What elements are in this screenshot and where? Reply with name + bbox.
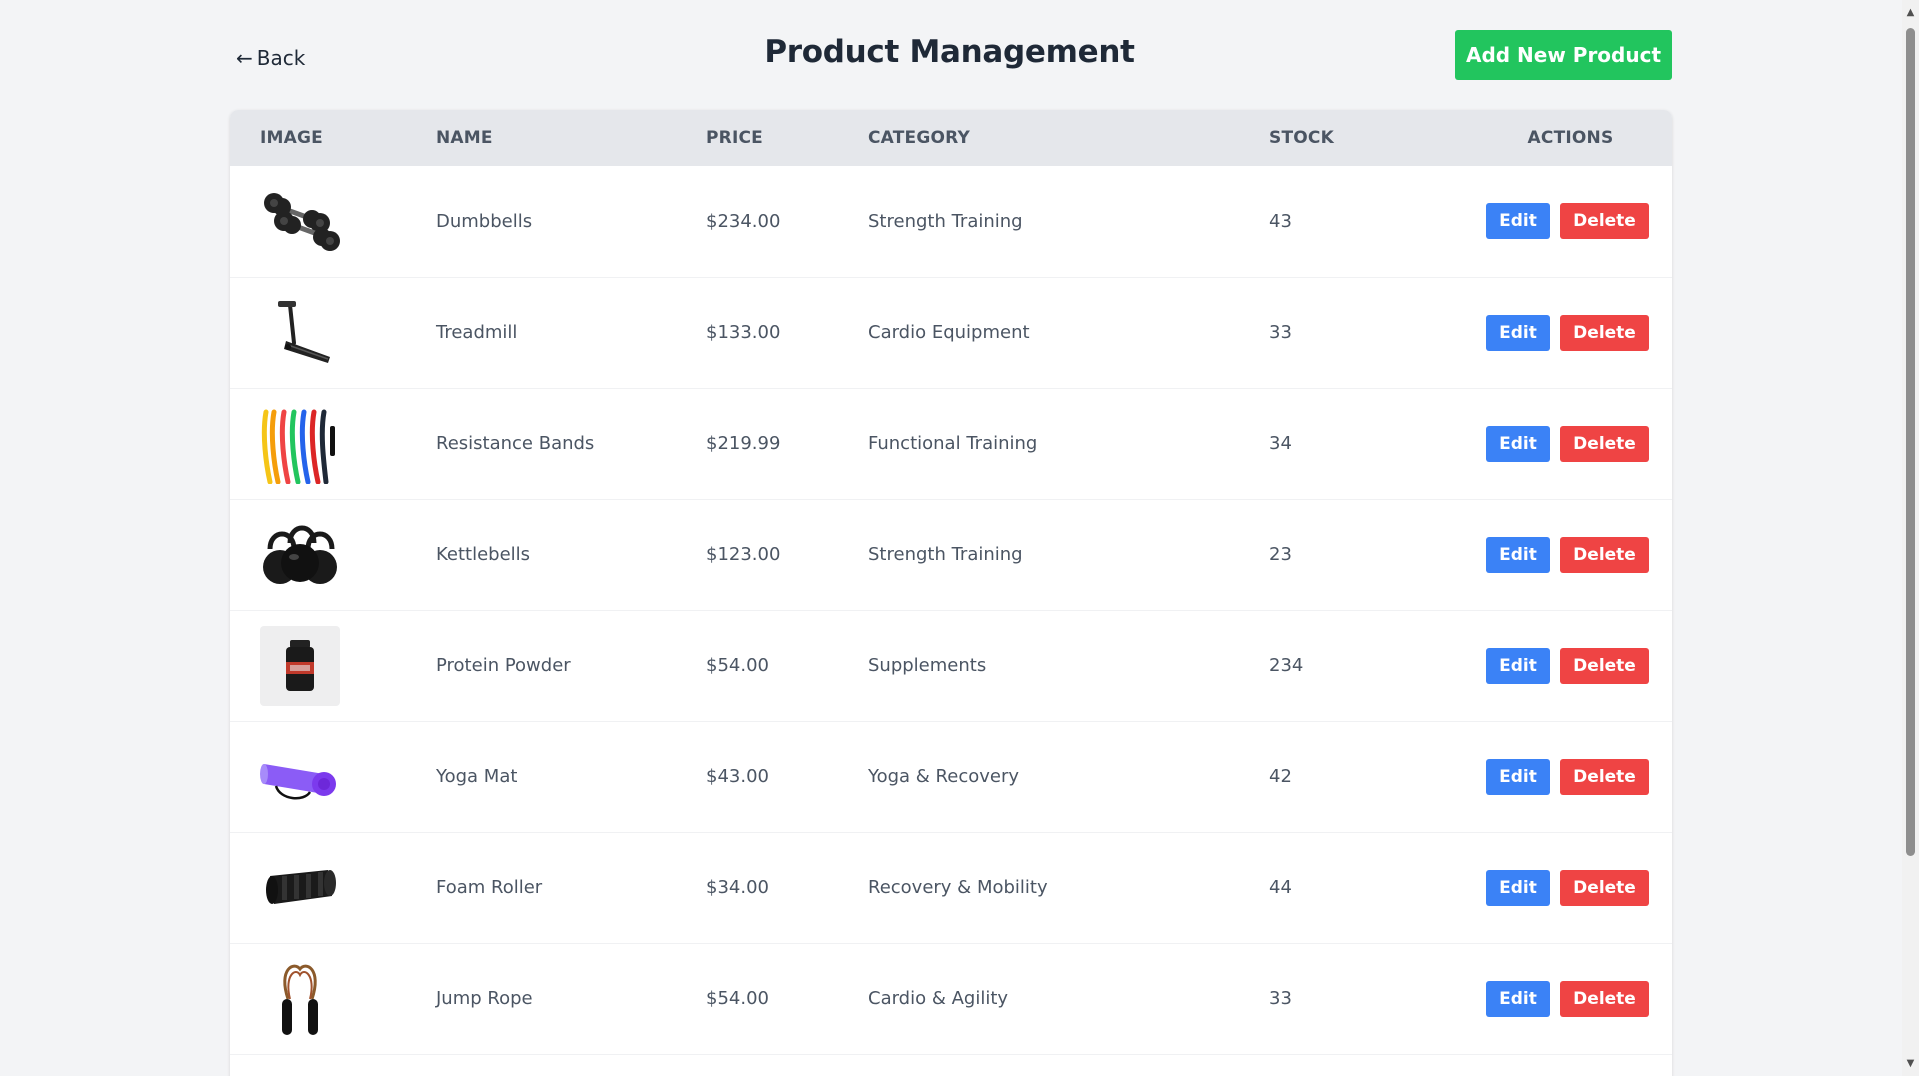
treadmill-image bbox=[260, 293, 340, 373]
delete-button[interactable]: Delete bbox=[1560, 869, 1649, 906]
product-price: $234.00 bbox=[706, 210, 781, 232]
product-name: Dumbbells bbox=[436, 210, 533, 232]
yoga-mat-image bbox=[260, 737, 340, 817]
protein-powder-image bbox=[260, 625, 340, 706]
delete-button[interactable]: Delete bbox=[1560, 647, 1649, 684]
table-row: Resistance Bands $219.99 Functional Trai… bbox=[230, 388, 1672, 499]
edit-button[interactable]: Edit bbox=[1486, 314, 1550, 351]
column-header-actions: ACTIONS bbox=[1527, 128, 1614, 148]
delete-button[interactable]: Delete bbox=[1560, 203, 1649, 240]
scroll-down-arrow-icon[interactable]: ▼ bbox=[1902, 1055, 1919, 1072]
product-name: Kettlebells bbox=[436, 544, 531, 565]
product-stock: 34 bbox=[1269, 433, 1292, 454]
product-stock: 23 bbox=[1269, 544, 1292, 565]
row-actions: Edit Delete bbox=[1469, 758, 1672, 795]
product-stock: 43 bbox=[1269, 210, 1292, 232]
product-name: Protein Powder bbox=[436, 655, 571, 676]
product-stock: 234 bbox=[1269, 655, 1304, 676]
product-category: Strength Training bbox=[868, 544, 1023, 565]
table-row: Yoga Mat $43.00 Yoga & Recovery 42 Edit … bbox=[230, 721, 1672, 832]
product-category: Supplements bbox=[868, 655, 987, 676]
foam-roller-image bbox=[260, 848, 340, 928]
column-header-category: CATEGORY bbox=[868, 128, 970, 148]
product-price: $43.00 bbox=[706, 766, 769, 787]
product-category: Recovery & Mobility bbox=[868, 877, 1048, 898]
product-price: $34.00 bbox=[706, 877, 769, 898]
product-name: Resistance Bands bbox=[436, 433, 595, 454]
product-management-page: ← Back Product Management Add New Produc… bbox=[0, 0, 1919, 1076]
table-row: Kettlebells $123.00 Strength Training 23… bbox=[230, 499, 1672, 610]
product-category: Strength Training bbox=[868, 210, 1023, 232]
product-price: $54.00 bbox=[706, 988, 769, 1009]
vertical-scrollbar[interactable]: ▲ ▼ bbox=[1902, 0, 1919, 1076]
delete-button[interactable]: Delete bbox=[1560, 758, 1649, 795]
edit-button[interactable]: Edit bbox=[1486, 203, 1550, 240]
product-stock: 44 bbox=[1269, 877, 1292, 898]
dumbbells-image bbox=[260, 181, 340, 261]
edit-button[interactable]: Edit bbox=[1486, 536, 1550, 573]
row-actions: Edit Delete bbox=[1469, 203, 1672, 240]
edit-button[interactable]: Edit bbox=[1486, 425, 1550, 462]
product-category: Functional Training bbox=[868, 433, 1038, 454]
row-actions: Edit Delete bbox=[1469, 647, 1672, 684]
product-category: Cardio & Agility bbox=[868, 988, 1009, 1009]
page-header: ← Back Product Management Add New Produc… bbox=[230, 30, 1672, 80]
products-table: IMAGE NAME PRICE CATEGORY STOCK ACTIONS bbox=[230, 110, 1672, 1055]
edit-button[interactable]: Edit bbox=[1486, 869, 1550, 906]
add-new-product-button[interactable]: Add New Product bbox=[1455, 30, 1672, 80]
row-actions: Edit Delete bbox=[1469, 425, 1672, 462]
column-header-image: IMAGE bbox=[260, 128, 323, 148]
product-stock: 33 bbox=[1269, 322, 1292, 343]
jump-rope-image bbox=[260, 959, 340, 1039]
column-header-price: PRICE bbox=[706, 128, 763, 148]
edit-button[interactable]: Edit bbox=[1486, 647, 1550, 684]
resistance-bands-image bbox=[260, 404, 340, 484]
product-category: Yoga & Recovery bbox=[868, 766, 1020, 787]
products-table-card: IMAGE NAME PRICE CATEGORY STOCK ACTIONS bbox=[230, 110, 1672, 1076]
table-header-row: IMAGE NAME PRICE CATEGORY STOCK ACTIONS bbox=[230, 110, 1672, 166]
table-row: Dumbbells $234.00 Strength Training 43 E… bbox=[230, 166, 1672, 277]
scroll-up-arrow-icon[interactable]: ▲ bbox=[1902, 4, 1919, 21]
edit-button[interactable]: Edit bbox=[1486, 980, 1550, 1017]
product-price: $54.00 bbox=[706, 655, 769, 676]
table-row: Treadmill $133.00 Cardio Equipment 33 Ed… bbox=[230, 277, 1672, 388]
product-name: Jump Rope bbox=[436, 988, 533, 1009]
product-price: $123.00 bbox=[706, 544, 781, 565]
product-name: Foam Roller bbox=[436, 877, 543, 898]
table-row: Foam Roller $34.00 Recovery & Mobility 4… bbox=[230, 832, 1672, 943]
edit-button[interactable]: Edit bbox=[1486, 758, 1550, 795]
column-header-name: NAME bbox=[436, 128, 493, 148]
product-name: Yoga Mat bbox=[436, 766, 518, 787]
kettlebells-image bbox=[260, 515, 340, 595]
product-category: Cardio Equipment bbox=[868, 322, 1030, 343]
column-header-stock: STOCK bbox=[1269, 128, 1334, 148]
product-stock: 42 bbox=[1269, 766, 1292, 787]
table-row: Jump Rope $54.00 Cardio & Agility 33 Edi… bbox=[230, 943, 1672, 1054]
scrollbar-thumb[interactable] bbox=[1906, 28, 1915, 856]
product-name: Treadmill bbox=[436, 322, 518, 343]
product-price: $133.00 bbox=[706, 322, 781, 343]
delete-button[interactable]: Delete bbox=[1560, 536, 1649, 573]
delete-button[interactable]: Delete bbox=[1560, 314, 1649, 351]
delete-button[interactable]: Delete bbox=[1560, 980, 1649, 1017]
delete-button[interactable]: Delete bbox=[1560, 425, 1649, 462]
row-actions: Edit Delete bbox=[1469, 869, 1672, 906]
table-row: Protein Powder $54.00 Supplements 234 Ed… bbox=[230, 610, 1672, 721]
product-price: $219.99 bbox=[706, 433, 781, 454]
product-stock: 33 bbox=[1269, 988, 1292, 1009]
row-actions: Edit Delete bbox=[1469, 314, 1672, 351]
row-actions: Edit Delete bbox=[1469, 980, 1672, 1017]
row-actions: Edit Delete bbox=[1469, 536, 1672, 573]
